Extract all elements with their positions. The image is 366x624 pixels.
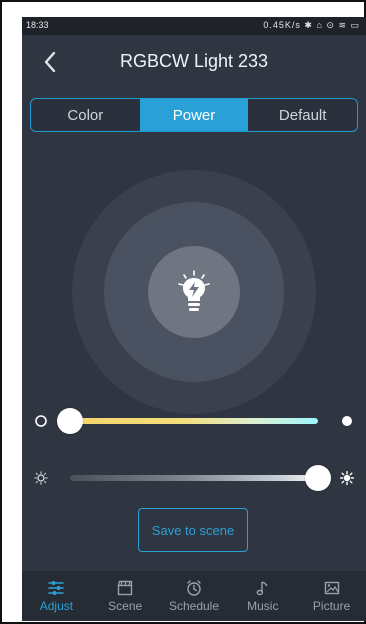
power-control [72,170,316,414]
nav-schedule[interactable]: Schedule [160,571,229,621]
tab-color[interactable]: Color [31,99,140,131]
nav-music[interactable]: Music [228,571,297,621]
alarm-icon [187,580,201,596]
brightness-track[interactable] [70,475,318,481]
tab-default[interactable]: Default [248,99,357,131]
nav-adjust[interactable]: Adjust [22,571,91,621]
music-note-icon [256,581,268,596]
adjust-icon [48,581,65,595]
warm-dot-icon [35,415,47,427]
clapper-icon [117,580,133,596]
status-right-icons: 0.45K/s ✱ ⌂ ⊙ ≋ ▭ [263,20,360,30]
nav-adjust-label: Adjust [39,599,74,613]
nav-schedule-label: Schedule [168,599,220,613]
sun-low-icon [34,471,48,485]
mode-tabs: Color Power Default [30,98,358,132]
bottom-navigation: Adjust Scene Schedule Music Picture [22,571,366,621]
temperature-slider-row [22,406,366,436]
nav-music-label: Music [247,599,279,613]
cool-dot-icon [342,416,352,426]
nav-picture[interactable]: Picture [297,571,366,621]
nav-scene[interactable]: Scene [91,571,160,621]
temperature-thumb[interactable] [57,408,83,434]
bulb-power-icon [72,170,316,414]
phone-screen: 18:33 0.45K/s ✱ ⌂ ⊙ ≋ ▭ RGBCW Light 233 … [22,17,366,621]
top-app-bar: RGBCW Light 233 [22,35,366,91]
sun-high-icon [340,471,354,485]
status-bar: 18:33 0.45K/s ✱ ⌂ ⊙ ≋ ▭ [22,17,366,35]
image-icon [324,581,339,595]
save-to-scene-button[interactable]: Save to scene [138,508,248,552]
status-time: 18:33 [26,20,49,30]
temperature-track[interactable] [70,418,318,424]
tab-power[interactable]: Power [139,99,249,131]
nav-picture-label: Picture [312,599,351,613]
nav-scene-label: Scene [108,599,143,613]
page-title: RGBCW Light 233 [119,51,269,71]
brightness-thumb[interactable] [305,465,331,491]
brightness-slider-row [22,463,366,493]
screenshot-frame: 18:33 0.45K/s ✱ ⌂ ⊙ ≋ ▭ RGBCW Light 233 … [0,0,366,624]
